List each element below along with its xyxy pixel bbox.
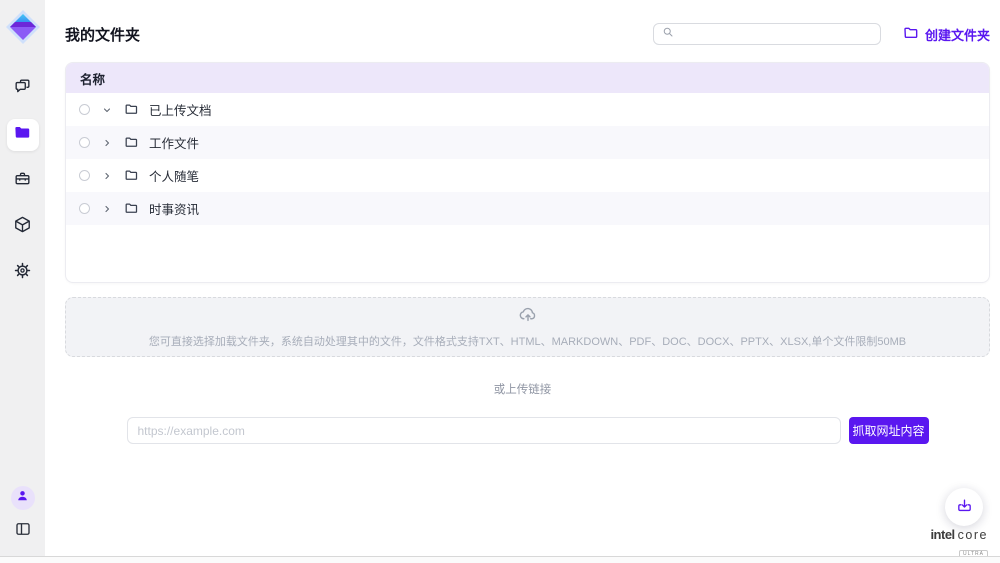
row-checkbox[interactable] (79, 137, 90, 148)
or-upload-link-label: 或上传链接 (45, 381, 1000, 397)
chevron-right-icon[interactable] (101, 137, 113, 149)
sidebar-nav (7, 73, 39, 289)
row-checkbox[interactable] (79, 170, 90, 181)
sidebar-item-folders[interactable] (7, 119, 39, 151)
folder-icon (124, 201, 139, 216)
folder-name: 工作文件 (149, 133, 199, 152)
sidebar-item-settings[interactable] (7, 257, 39, 289)
page-title: 我的文件夹 (65, 24, 140, 45)
url-input[interactable] (127, 417, 841, 444)
chevron-right-icon[interactable] (101, 203, 113, 215)
row-checkbox[interactable] (79, 104, 90, 115)
main-content: 我的文件夹 创建文件夹 名称 (45, 0, 1000, 556)
table-row[interactable]: 时事资讯 (66, 192, 989, 225)
folder-icon (13, 123, 32, 147)
folder-icon (124, 135, 139, 150)
search-input[interactable] (680, 27, 872, 41)
table-row[interactable]: 工作文件 (66, 126, 989, 159)
user-avatar-icon (15, 488, 30, 508)
folder-plus-icon (903, 25, 919, 44)
sidebar-item-chat[interactable] (7, 73, 39, 105)
folder-icon (124, 102, 139, 117)
search-box[interactable] (653, 23, 881, 45)
collapse-panel-icon (14, 520, 32, 543)
folder-icon (124, 168, 139, 183)
intel-brand-word: intel (930, 527, 954, 542)
folder-name: 时事资讯 (149, 199, 199, 218)
column-header-name: 名称 (80, 69, 105, 88)
user-account-button[interactable] (11, 486, 35, 510)
url-upload-row: 抓取网址内容 (45, 417, 1000, 444)
download-fab-button[interactable] (945, 488, 983, 526)
search-icon (662, 25, 674, 43)
chevron-down-icon[interactable] (101, 104, 113, 116)
table-row[interactable]: 个人随笔 (66, 159, 989, 192)
sidebar-footer (11, 486, 35, 542)
create-folder-button[interactable]: 创建文件夹 (903, 25, 990, 44)
create-folder-label: 创建文件夹 (925, 25, 990, 44)
window-bottom-edge (0, 556, 1000, 563)
chat-icon (13, 77, 32, 101)
table-header-row: 名称 (66, 63, 989, 93)
toolbox-icon (13, 169, 32, 193)
chevron-right-icon[interactable] (101, 170, 113, 182)
intel-product-word: core (958, 528, 988, 542)
folder-table: 名称 已上传文档 工作文件 (65, 62, 990, 283)
cube-icon (13, 215, 32, 239)
cloud-upload-icon (518, 305, 538, 330)
fetch-url-button[interactable]: 抓取网址内容 (849, 417, 929, 444)
collapse-sidebar-button[interactable] (12, 520, 34, 542)
folder-name: 已上传文档 (149, 100, 212, 119)
download-icon (956, 497, 973, 517)
app-logo-icon (5, 9, 41, 45)
sidebar (0, 0, 45, 556)
upload-hint-text: 您可直接选择加载文件夹，系统自动处理其中的文件，文件格式支持TXT、HTML、M… (149, 333, 906, 349)
topbar: 我的文件夹 创建文件夹 (45, 0, 1000, 48)
table-row[interactable]: 已上传文档 (66, 93, 989, 126)
settings-icon (13, 261, 32, 285)
sidebar-item-models[interactable] (7, 211, 39, 243)
folder-name: 个人随笔 (149, 166, 199, 185)
sidebar-item-toolbox[interactable] (7, 165, 39, 197)
upload-dropzone[interactable]: 您可直接选择加载文件夹，系统自动处理其中的文件，文件格式支持TXT、HTML、M… (65, 297, 990, 357)
row-checkbox[interactable] (79, 203, 90, 214)
